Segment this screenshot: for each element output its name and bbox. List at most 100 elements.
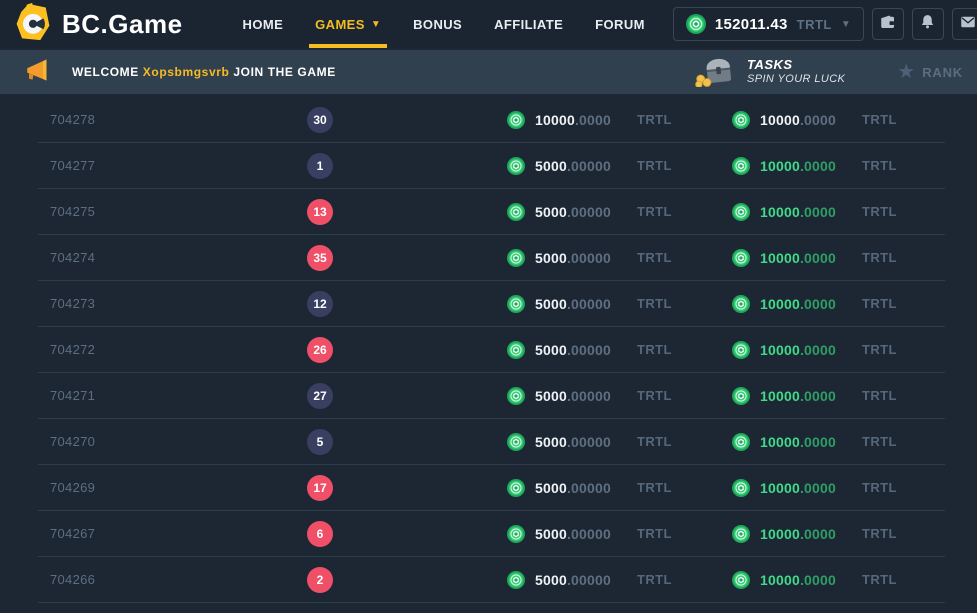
nav-item-affiliate[interactable]: AFFILIATE	[478, 0, 579, 48]
number-badge: 17	[307, 475, 333, 501]
bet-currency: TRTL	[637, 526, 672, 541]
bet-id: 704275	[50, 204, 250, 219]
nav-item-bonus[interactable]: BONUS	[397, 0, 478, 48]
bet-amount-cell: 5000.00000 TRTL	[507, 433, 732, 451]
bet-amount: 5000.00000	[535, 480, 621, 496]
balance-selector[interactable]: 152011.43 TRTL ▼	[673, 7, 864, 41]
tasks-subtitle: SPIN YOUR LUCK	[747, 73, 845, 87]
bet-amount: 10000.0000	[535, 112, 621, 128]
table-row[interactable]: 704273 12 5000.00000 TRTL	[38, 281, 945, 327]
top-nav: BC.Game HOME GAMES ▼ BONUS AFFILIATE FOR…	[0, 0, 977, 48]
trtl-coin-icon	[732, 111, 750, 129]
payout-currency: TRTL	[862, 204, 897, 219]
trtl-coin-icon	[732, 387, 750, 405]
payout-currency: TRTL	[862, 480, 897, 495]
payout-amount: 10000.0000	[760, 158, 846, 174]
bet-amount-cell: 5000.00000 TRTL	[507, 387, 732, 405]
trtl-coin-icon	[732, 203, 750, 221]
table-row[interactable]: 704274 35 5000.00000 TRTL	[38, 235, 945, 281]
payout-currency: TRTL	[862, 112, 897, 127]
payout-amount-cell: 10000.0000 TRTL	[732, 433, 897, 451]
wallet-icon	[879, 13, 897, 36]
messages-button[interactable]	[952, 8, 977, 40]
table-row[interactable]: 704270 5 5000.00000 TRTL	[38, 419, 945, 465]
trtl-coin-icon	[507, 295, 525, 313]
trtl-coin-icon	[732, 295, 750, 313]
number-badge: 12	[307, 291, 333, 317]
table-row[interactable]: 704269 17 5000.00000 TRTL	[38, 465, 945, 511]
payout-amount-cell: 10000.0000 TRTL	[732, 387, 897, 405]
payout-amount: 10000.0000	[760, 342, 846, 358]
trtl-coin-icon	[732, 433, 750, 451]
bet-amount: 5000.00000	[535, 526, 621, 542]
table-row[interactable]: 704278 30 10000.0000 TRTL	[38, 97, 945, 143]
nav-item-forum[interactable]: FORUM	[579, 0, 661, 48]
bet-amount-cell: 5000.00000 TRTL	[507, 295, 732, 313]
number-badge: 6	[307, 521, 333, 547]
number-badge: 5	[307, 429, 333, 455]
bet-id: 704273	[50, 296, 250, 311]
bet-amount-cell: 5000.00000 TRTL	[507, 341, 732, 359]
nav-item-home[interactable]: HOME	[227, 0, 300, 48]
payout-amount: 10000.0000	[760, 572, 846, 588]
payout-amount: 10000.0000	[760, 388, 846, 404]
trtl-coin-icon	[686, 14, 706, 34]
bc-coin-icon	[14, 2, 52, 47]
payout-currency: TRTL	[862, 388, 897, 403]
bet-currency: TRTL	[637, 480, 672, 495]
bets-table: 704278 30 10000.0000 TRTL	[38, 97, 945, 603]
payout-amount-cell: 10000.0000 TRTL	[732, 249, 897, 267]
table-row[interactable]: 704275 13 5000.00000 TRTL	[38, 189, 945, 235]
wallet-button[interactable]	[872, 8, 904, 40]
tasks-shortcut[interactable]: TASKS SPIN YOUR LUCK	[693, 53, 845, 92]
payout-amount: 10000.0000	[760, 296, 846, 312]
payout-amount: 10000.0000	[760, 526, 846, 542]
bet-id: 704272	[50, 342, 250, 357]
bet-id: 704278	[50, 112, 250, 127]
number-badge: 30	[307, 107, 333, 133]
bet-amount-cell: 5000.00000 TRTL	[507, 571, 732, 589]
payout-amount: 10000.0000	[760, 480, 846, 496]
bet-amount: 5000.00000	[535, 342, 621, 358]
payout-currency: TRTL	[862, 526, 897, 541]
bet-amount-cell: 5000.00000 TRTL	[507, 203, 732, 221]
trtl-coin-icon	[507, 249, 525, 267]
table-row[interactable]: 704277 1 5000.00000 TRTL	[38, 143, 945, 189]
number-badge: 26	[307, 337, 333, 363]
mail-icon	[959, 13, 977, 36]
megaphone-icon	[22, 57, 50, 88]
nav-item-games[interactable]: GAMES ▼	[299, 0, 397, 48]
payout-amount-cell: 10000.0000 TRTL	[732, 341, 897, 359]
rank-label: RANK	[922, 65, 963, 80]
table-row[interactable]: 704267 6 5000.00000 TRTL	[38, 511, 945, 557]
trtl-coin-icon	[507, 433, 525, 451]
trtl-coin-icon	[507, 525, 525, 543]
tasks-title: TASKS	[747, 57, 845, 73]
table-row[interactable]: 704272 26 5000.00000 TRTL	[38, 327, 945, 373]
number-badge: 2	[307, 567, 333, 593]
bet-id: 704271	[50, 388, 250, 403]
payout-currency: TRTL	[862, 572, 897, 587]
payout-amount-cell: 10000.0000 TRTL	[732, 295, 897, 313]
bet-amount-cell: 5000.00000 TRTL	[507, 249, 732, 267]
table-row[interactable]: 704266 2 5000.00000 TRTL	[38, 557, 945, 603]
rank-shortcut[interactable]: ★ RANK	[897, 62, 963, 82]
payout-amount-cell: 10000.0000 TRTL	[732, 479, 897, 497]
welcome-message: WELCOME Xopsbmgsvrb JOIN THE GAME	[72, 65, 336, 79]
trtl-coin-icon	[507, 571, 525, 589]
logo[interactable]: BC.Game	[14, 2, 183, 47]
notifications-button[interactable]	[912, 8, 944, 40]
trtl-coin-icon	[507, 387, 525, 405]
chevron-down-icon: ▼	[841, 19, 851, 30]
table-row[interactable]: 704271 27 5000.00000 TRTL	[38, 373, 945, 419]
bell-icon	[919, 13, 936, 35]
payout-amount-cell: 10000.0000 TRTL	[732, 111, 897, 129]
trtl-coin-icon	[732, 341, 750, 359]
bet-id: 704267	[50, 526, 250, 541]
number-badge: 13	[307, 199, 333, 225]
bet-amount: 5000.00000	[535, 158, 621, 174]
bet-id: 704266	[50, 572, 250, 587]
balance-currency: TRTL	[797, 17, 832, 32]
bet-id: 704277	[50, 158, 250, 173]
bet-amount: 5000.00000	[535, 250, 621, 266]
